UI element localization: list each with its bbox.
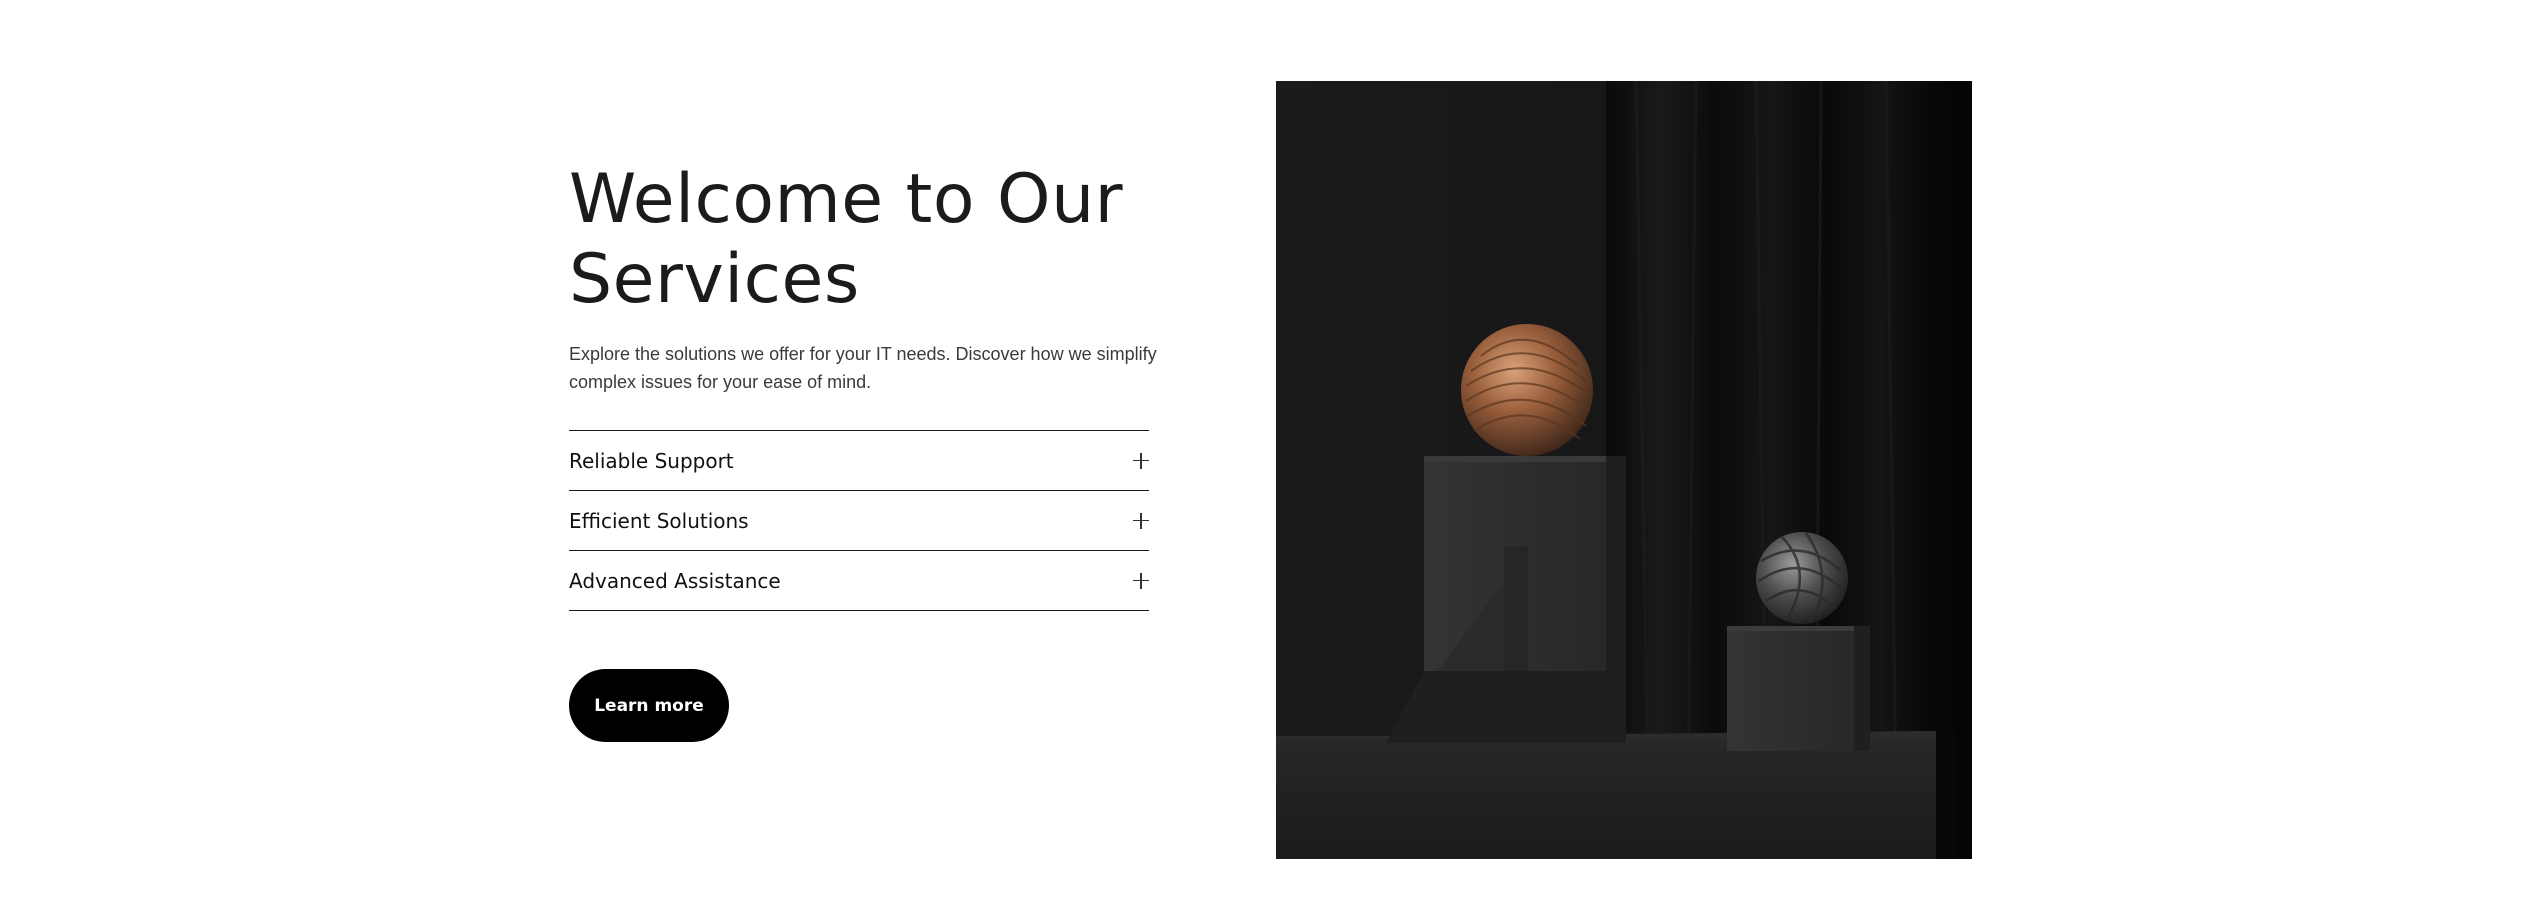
accordion-item-advanced-assistance[interactable]: Advanced Assistance <box>569 551 1149 611</box>
plus-icon[interactable] <box>1133 572 1149 589</box>
accordion-item-efficient-solutions[interactable]: Efficient Solutions <box>569 491 1149 551</box>
title-line-2: Services <box>569 240 860 319</box>
sculpture-scene-image <box>1276 81 1972 859</box>
accordion-item-label: Advanced Assistance <box>569 568 781 593</box>
services-content: Welcome to Our Services Explore the solu… <box>569 160 1157 742</box>
services-description: Explore the solutions we offer for your … <box>569 344 1157 392</box>
title-line-1: Welcome to Our <box>569 160 1124 239</box>
services-section: Welcome to Our Services Explore the solu… <box>0 0 2538 924</box>
plus-icon[interactable] <box>1133 512 1149 529</box>
learn-more-button[interactable]: Learn more <box>569 669 729 742</box>
accordion-item-label: Reliable Support <box>569 448 734 473</box>
plus-icon[interactable] <box>1133 452 1149 469</box>
page-title: Welcome to Our Services <box>569 160 1149 320</box>
accordion-item-reliable-support[interactable]: Reliable Support <box>569 431 1149 491</box>
accordion-item-label: Efficient Solutions <box>569 508 749 533</box>
services-hero-image <box>1276 81 1972 859</box>
services-accordion: Reliable Support Efficient Solutions Adv… <box>569 430 1149 611</box>
